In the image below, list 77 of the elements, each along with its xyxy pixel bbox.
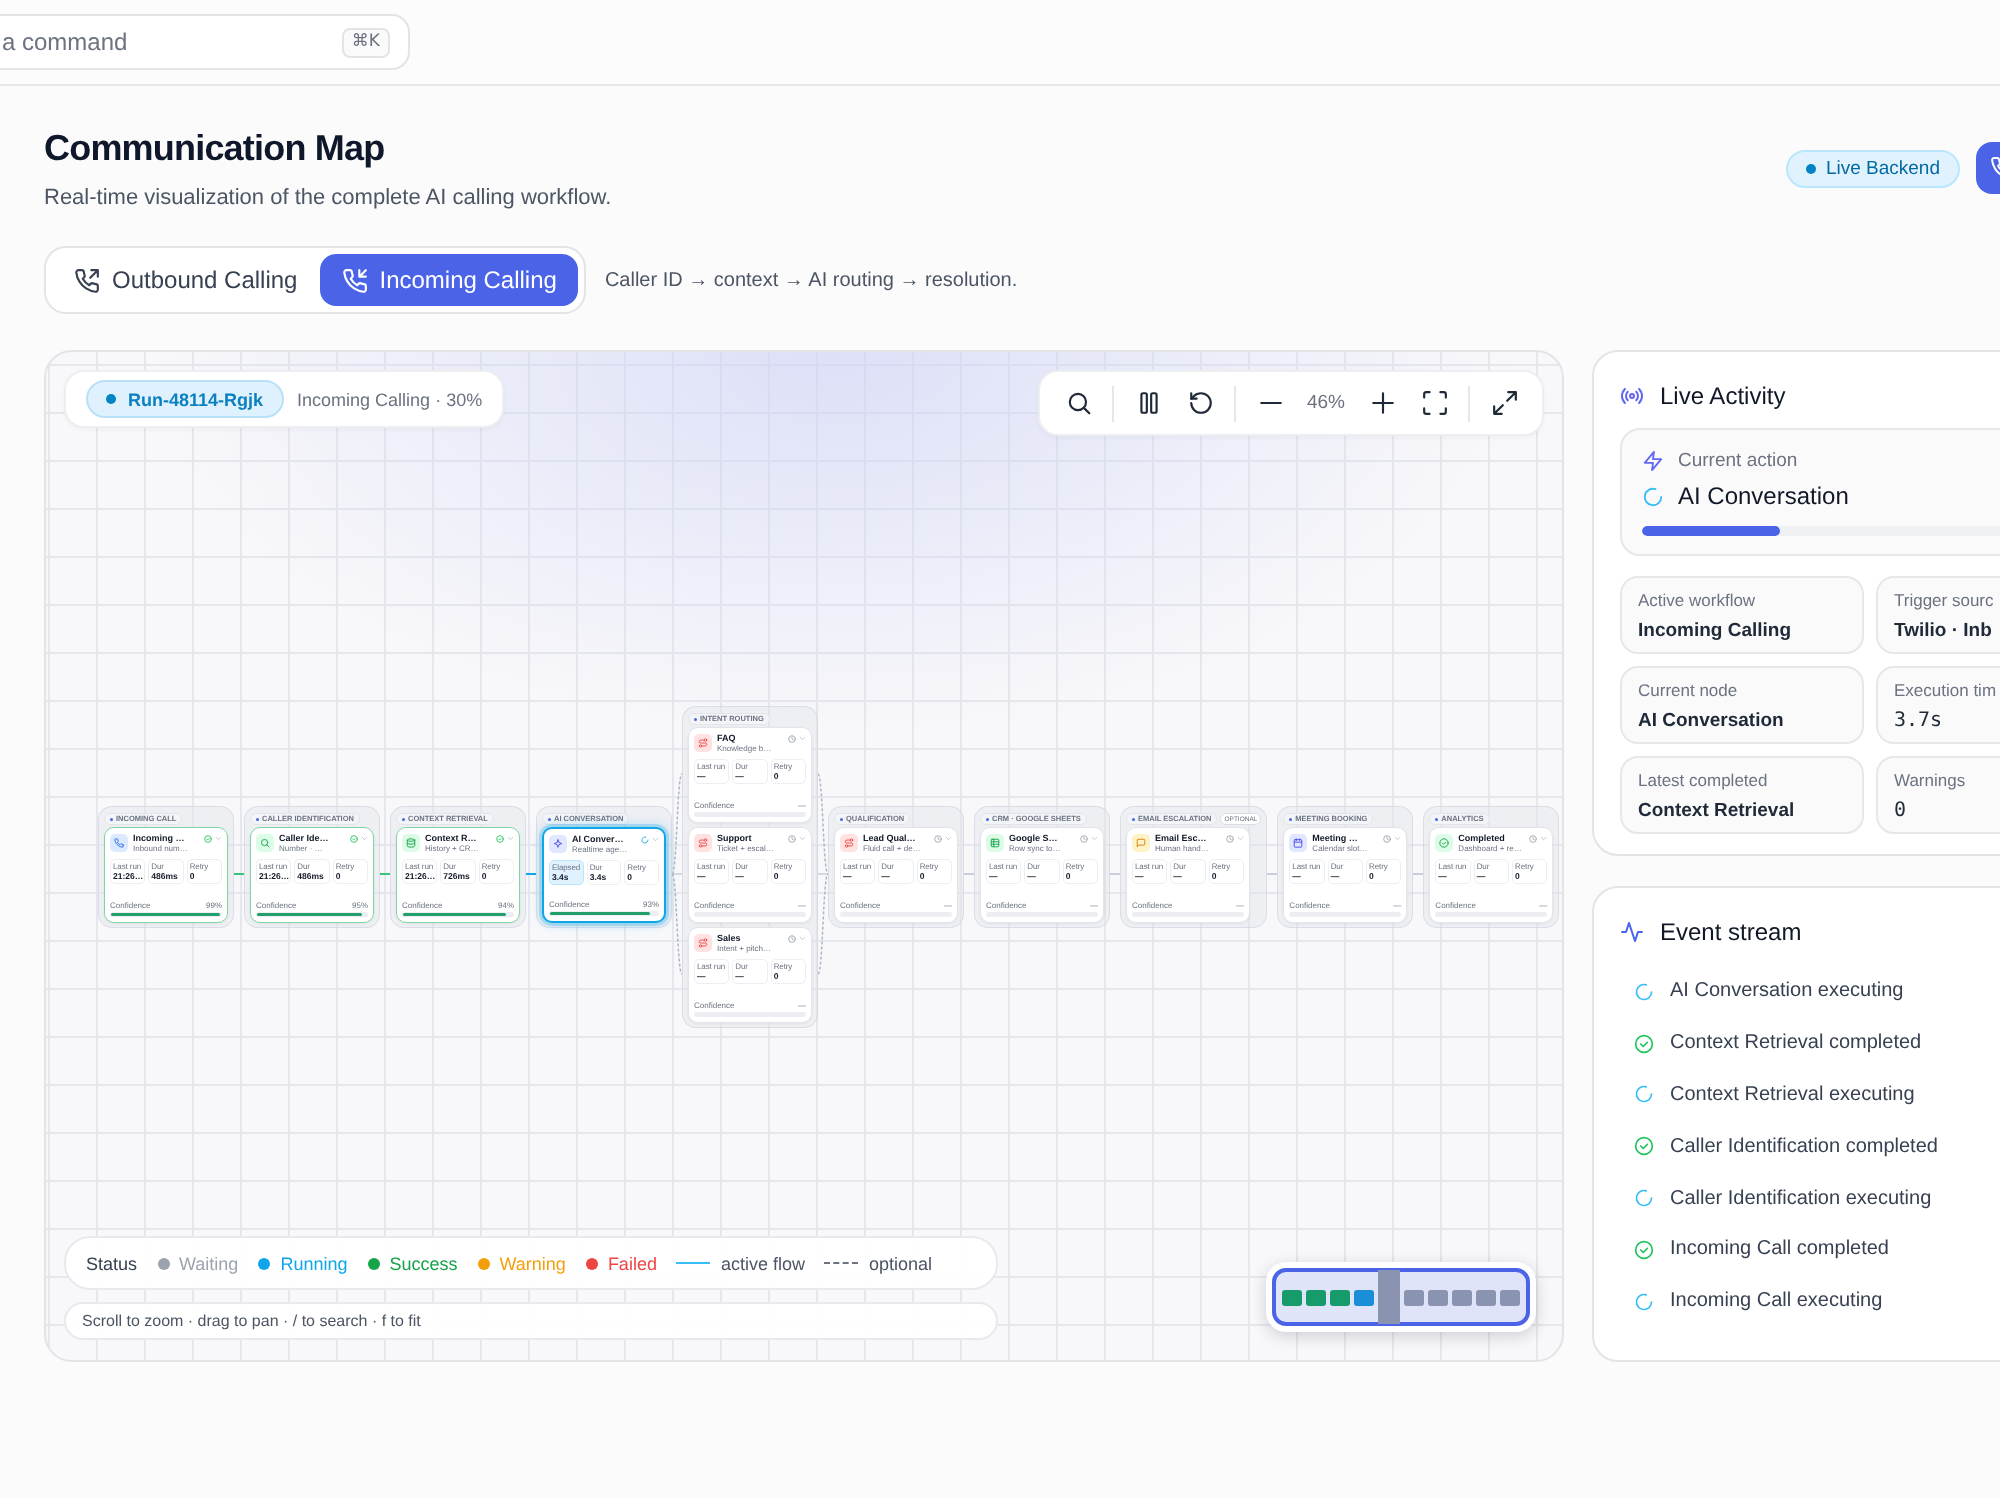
event-text: Incoming Call completed [1670, 1238, 1889, 1261]
shortcut-hint: Scroll to zoom · drag to pan · / to search · f to fit [64, 1302, 998, 1340]
flow-description: Caller ID → context → AI routing → resolution. [604, 269, 1018, 291]
page-subtitle: Real-time visualization of the complete AI calling workflow. [44, 184, 612, 212]
legend-label: Success [389, 1253, 458, 1273]
page-title: Communication Map [44, 126, 387, 172]
legend-title: Status [86, 1253, 138, 1273]
broadcast-icon [1620, 384, 1644, 408]
current-action-label: Current action [1678, 450, 1798, 473]
solid-line-icon [676, 1262, 711, 1264]
search-icon [256, 834, 274, 852]
route-icon [694, 734, 712, 752]
stat-label: Active workflow [1638, 590, 1756, 612]
table-icon [986, 834, 1004, 852]
plus-icon [1369, 390, 1395, 416]
dot-icon [106, 394, 116, 404]
legend-label: Running [280, 1253, 348, 1273]
event-text: Incoming Call executing [1670, 1290, 1883, 1313]
search-icon [1065, 390, 1091, 416]
panel-title: Live Activity [1660, 382, 1786, 410]
expand-icon [1491, 390, 1517, 416]
fit-icon [1421, 390, 1447, 416]
route-icon [694, 934, 712, 952]
zoom-level: 46% [1304, 392, 1347, 414]
check-circle-icon [1435, 834, 1454, 852]
status-label: Live Backend [1825, 157, 1940, 179]
stat-label: Warnings [1894, 770, 1966, 792]
calendar-icon [1289, 834, 1308, 852]
check-circle-icon [1634, 1136, 1654, 1157]
stat-label: Execution tim [1894, 680, 1997, 702]
rotate-icon [1187, 390, 1213, 416]
sparkle-icon [549, 835, 567, 853]
spinner-icon [1642, 485, 1664, 508]
stat-value: AI Conversation [1638, 708, 1784, 734]
stat-value: Incoming Calling [1638, 618, 1792, 644]
tab[interactable]: Outbound Calling [52, 254, 320, 306]
database-icon [402, 834, 420, 852]
event-text: Context Retrieval executing [1670, 1083, 1915, 1106]
check-circle-icon [1634, 1033, 1654, 1054]
stat-value: Context Retrieval [1638, 798, 1795, 824]
event-text: Caller Identification executing [1670, 1187, 1932, 1210]
spinner-icon [1634, 1291, 1654, 1312]
stat-label: Latest completed [1638, 770, 1768, 792]
message-icon [1132, 834, 1150, 852]
lightning-icon [1642, 450, 1664, 473]
outgoing-call-icon [74, 267, 100, 293]
run-id: Run-48114-Rgjk [128, 389, 264, 409]
pause-icon [1135, 390, 1161, 416]
phone-icon [110, 834, 128, 852]
legend-label: Warning [499, 1253, 566, 1273]
activity-icon [1620, 920, 1644, 944]
tab[interactable]: Incoming Calling [319, 254, 579, 306]
route-icon [840, 834, 858, 852]
event-text: AI Conversation executing [1670, 980, 1904, 1003]
run-summary: Incoming Calling · 30% [297, 389, 483, 409]
legend-label: Failed [607, 1253, 657, 1273]
legend-label: optional [868, 1253, 933, 1273]
stat-value: 3.7s [1894, 708, 1943, 734]
stat-value: Twilio · Inb [1894, 618, 1992, 644]
spinner-icon [1634, 981, 1654, 1002]
legend-label: active flow [720, 1253, 805, 1273]
stat-label: Trigger sourc [1894, 590, 1994, 612]
dot-icon [1805, 163, 1816, 173]
shortcut-key: ⌘K [341, 28, 390, 58]
stat-label: Current node [1638, 680, 1738, 702]
spinner-icon [1634, 1188, 1654, 1209]
spinner-icon [1634, 1084, 1654, 1105]
route-icon [694, 834, 712, 852]
stat-value: 0 [1894, 798, 1907, 824]
event-text: Context Retrieval completed [1670, 1032, 1922, 1055]
current-action-value: AI Conversation [1678, 482, 1849, 511]
event-text: Caller Identification completed [1670, 1135, 1938, 1158]
check-circle-icon [1634, 1239, 1654, 1260]
dashed-line-icon [824, 1262, 859, 1264]
legend-label: Waiting [179, 1253, 239, 1273]
panel-title: Event stream [1660, 918, 1802, 946]
incoming-call-icon [341, 267, 368, 293]
